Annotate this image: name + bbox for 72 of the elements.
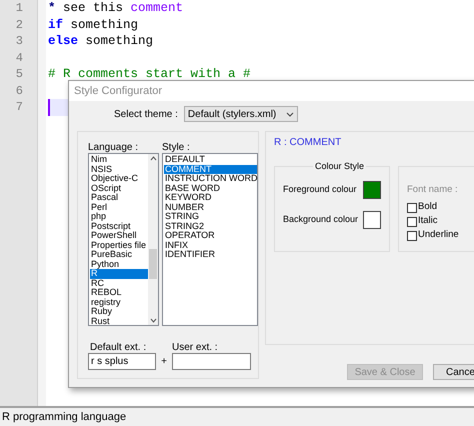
line-number: 2 <box>14 16 24 33</box>
language-item[interactable]: PureBasic <box>90 250 148 260</box>
code-line: else something <box>48 33 154 50</box>
language-item[interactable]: OScript <box>90 184 148 193</box>
user-ext-label: User ext. : <box>172 341 219 351</box>
language-item[interactable]: RC <box>90 278 148 288</box>
language-item[interactable]: Pascal <box>90 193 148 202</box>
default-ext-field[interactable]: r s splus <box>88 353 156 370</box>
language-item[interactable]: Postscript <box>90 222 148 231</box>
line-number: 3 <box>14 33 24 50</box>
code-line: # R comments start with a # <box>48 66 251 82</box>
window-title: Style Configurator <box>69 81 474 101</box>
style-list[interactable]: DEFAULT COMMENT INSTRUCTION WORD BASE WORD KEYWORD NUMBER STRING STRING2 OPERATOR INFIX IDENTIFIER <box>162 153 258 326</box>
checkbox[interactable] <box>407 216 417 226</box>
scroll-down-icon[interactable] <box>150 318 156 323</box>
style-item[interactable]: INSTRUCTION WORD <box>164 174 257 184</box>
checkbox-label: Underline <box>418 228 459 242</box>
style-item[interactable]: NUMBER <box>164 202 257 212</box>
scrollbar[interactable] <box>148 154 158 325</box>
style-item[interactable]: OPERATOR <box>164 231 257 240</box>
colour-label: Background colour <box>283 213 358 226</box>
code-line: if something <box>48 16 138 33</box>
language-item[interactable]: Python <box>90 260 148 269</box>
font-name-label: Font name : <box>407 183 459 197</box>
style-item[interactable]: BASE WORD <box>164 184 257 193</box>
language-list[interactable]: Nim NSIS Objective-C OScript Pascal Perl php Postscript PowerShell Properties file PureBasic Python R RC REBOL registry Ruby Rust <box>88 153 159 326</box>
colour-swatch[interactable] <box>363 211 381 229</box>
chevron-down-icon <box>286 112 294 116</box>
line-number: 5 <box>14 66 24 82</box>
default-ext-label: Default ext. : <box>89 341 148 351</box>
style-heading: R : COMMENT <box>274 136 342 148</box>
line-number: 7 <box>14 99 24 116</box>
language-item[interactable]: PowerShell <box>90 231 148 240</box>
group-legend: Colour Style <box>313 160 366 174</box>
colour-swatch[interactable] <box>363 181 381 199</box>
language-item[interactable]: Properties file <box>90 240 148 250</box>
cancel-button[interactable]: Cance <box>433 364 474 380</box>
language-item[interactable]: Ruby <box>90 307 148 316</box>
checkbox[interactable] <box>407 230 417 240</box>
language-item[interactable]: REBOL <box>90 288 148 298</box>
language-label: Language : <box>88 141 140 153</box>
style-item[interactable]: KEYWORD <box>164 193 257 202</box>
line-number: 4 <box>14 50 24 66</box>
theme-dropdown[interactable]: Default (stylers.xml) <box>184 106 298 122</box>
line-number: 1 <box>14 0 24 16</box>
style-item[interactable]: DEFAULT <box>164 155 257 164</box>
language-item[interactable]: Rust <box>90 316 148 325</box>
style-item[interactable]: COMMENT <box>164 164 257 174</box>
checkbox[interactable] <box>407 202 417 212</box>
language-item[interactable]: Perl <box>90 202 148 212</box>
language-item[interactable]: registry <box>90 298 148 307</box>
status-bar: R programming language <box>0 406 474 426</box>
language-item[interactable]: Objective-C <box>90 174 148 184</box>
style-label: Style : <box>162 141 191 153</box>
style-item[interactable]: STRING <box>164 212 257 222</box>
language-item[interactable]: Nim <box>90 155 148 164</box>
theme-label: Select theme : <box>114 108 178 122</box>
plus-sign: + <box>160 355 168 369</box>
style-item[interactable]: IDENTIFIER <box>164 250 257 260</box>
style-item[interactable]: STRING2 <box>164 222 257 231</box>
checkbox-label: Bold <box>418 200 438 214</box>
scroll-thumb[interactable] <box>149 249 157 279</box>
language-item[interactable]: R <box>90 269 148 278</box>
code-line: * see this comment <box>48 0 184 16</box>
user-ext-field[interactable] <box>172 353 251 370</box>
language-item[interactable]: php <box>90 212 148 222</box>
line-number: 6 <box>14 82 24 99</box>
colour-label: Foreground colour <box>283 183 357 196</box>
scroll-up-icon[interactable] <box>150 156 156 161</box>
language-item[interactable]: NSIS <box>90 164 148 174</box>
checkbox-label: Italic <box>418 214 438 228</box>
style-item[interactable]: INFIX <box>164 240 257 250</box>
